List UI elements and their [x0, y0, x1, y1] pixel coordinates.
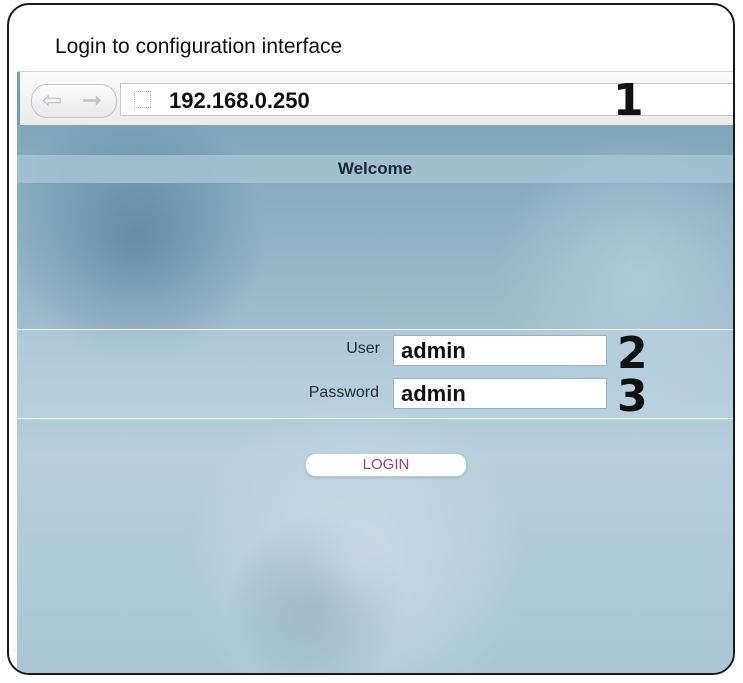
page-icon	[134, 91, 151, 108]
step-marker-2: 2	[617, 328, 648, 379]
browser-window: ⇦ ➞ 192.168.0.250 1 Welcome User admin 2…	[17, 71, 733, 673]
step-marker-1: 1	[613, 75, 644, 126]
browser-toolbar: ⇦ ➞ 192.168.0.250 1	[17, 71, 733, 126]
forward-arrow-icon[interactable]: ➞	[72, 85, 112, 117]
step-marker-3: 3	[617, 371, 648, 422]
url-text[interactable]: 192.168.0.250	[169, 88, 310, 114]
password-field[interactable]: admin	[393, 378, 607, 409]
toolbar-accent	[17, 72, 20, 125]
nav-buttons: ⇦ ➞	[31, 84, 117, 118]
screenshot-frame: Login to configuration interface ⇦ ➞ 192…	[7, 3, 735, 675]
login-page: Welcome User admin 2 Password admin 3 LO…	[17, 125, 733, 673]
user-label: User	[346, 340, 380, 357]
welcome-heading: Welcome	[17, 155, 733, 183]
caption: Login to configuration interface	[55, 35, 343, 58]
password-label: Password	[308, 384, 379, 401]
login-button[interactable]: LOGIN	[305, 453, 467, 477]
back-arrow-icon[interactable]: ⇦	[32, 85, 72, 117]
user-field[interactable]: admin	[393, 335, 607, 366]
